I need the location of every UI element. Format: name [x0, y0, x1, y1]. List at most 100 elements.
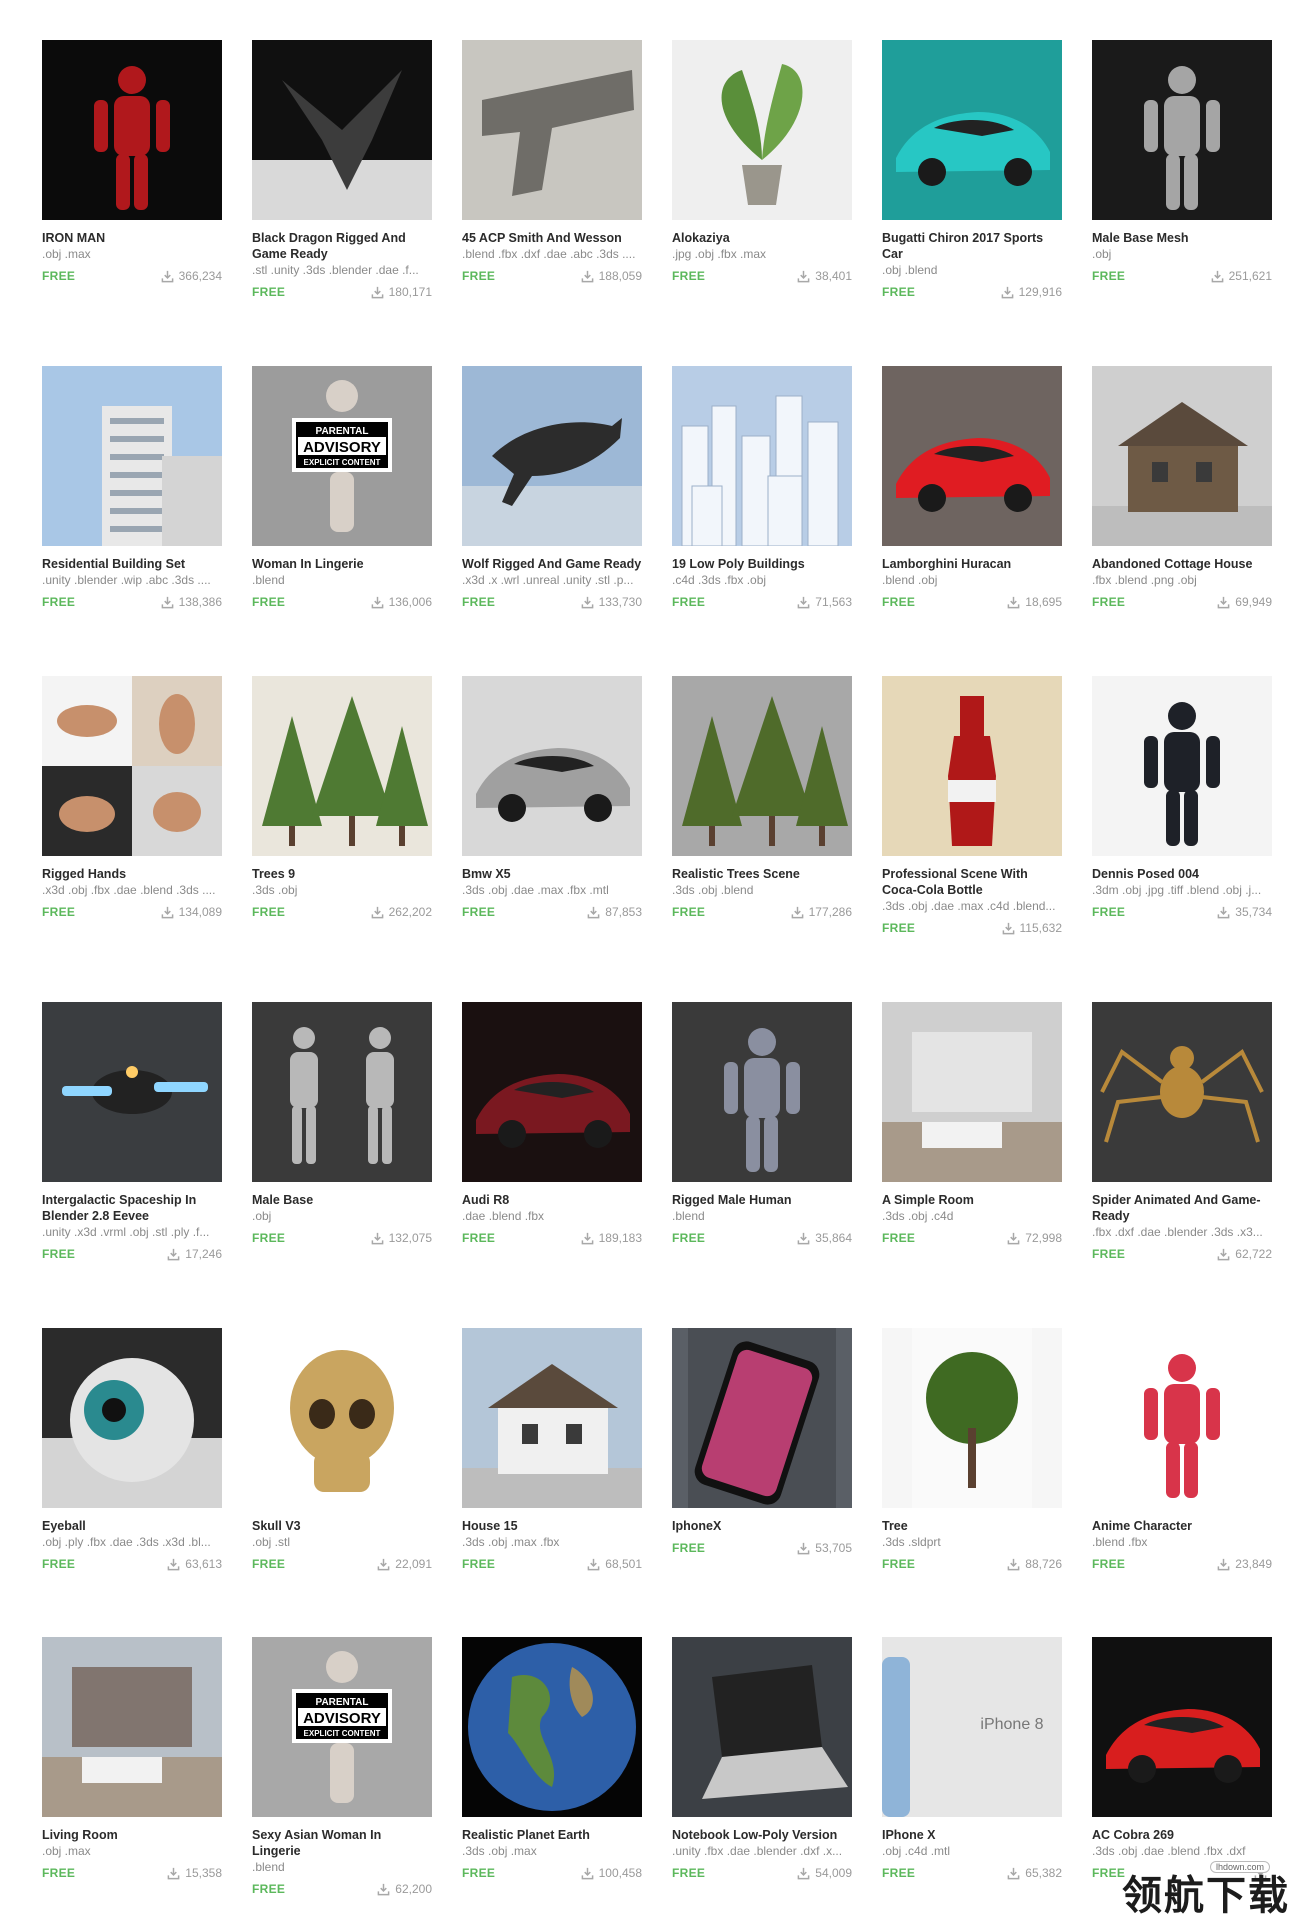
model-title[interactable]: 19 Low Poly Buildings	[672, 556, 852, 572]
model-title[interactable]: A Simple Room	[882, 1192, 1062, 1208]
model-card[interactable]: IphoneX FREE 53,705	[672, 1328, 852, 1556]
model-card[interactable]: Wolf Rigged And Game Ready .x3d .x .wrl …	[462, 366, 642, 610]
model-title[interactable]: Rigged Hands	[42, 866, 222, 882]
model-card[interactable]: IRON MAN .obj .max FREE 366,234	[42, 40, 222, 284]
model-card[interactable]: Realistic Trees Scene .3ds .obj .blend F…	[672, 676, 852, 920]
model-title[interactable]: Eyeball	[42, 1518, 222, 1534]
model-card[interactable]: A Simple Room .3ds .obj .c4d FREE 72,998	[882, 1002, 1062, 1246]
model-thumbnail[interactable]	[42, 366, 222, 546]
model-title[interactable]: Wolf Rigged And Game Ready	[462, 556, 642, 572]
model-card[interactable]: PARENTAL ADVISORY EXPLICIT CONTENT Sexy …	[252, 1637, 432, 1897]
model-card[interactable]: House 15 .3ds .obj .max .fbx FREE 68,501	[462, 1328, 642, 1572]
model-thumbnail[interactable]	[252, 1328, 432, 1508]
model-title[interactable]: Abandoned Cottage House	[1092, 556, 1272, 572]
model-thumbnail[interactable]: iPhone 8	[882, 1637, 1062, 1817]
model-title[interactable]: House 15	[462, 1518, 642, 1534]
model-card[interactable]: 19 Low Poly Buildings .c4d .3ds .fbx .ob…	[672, 366, 852, 610]
model-card[interactable]: Spider Animated And Game-Ready .fbx .dxf…	[1092, 1002, 1272, 1262]
model-title[interactable]: Woman In Lingerie	[252, 556, 432, 572]
model-thumbnail[interactable]	[882, 1328, 1062, 1508]
model-card[interactable]: Living Room .obj .max FREE 15,358	[42, 1637, 222, 1881]
model-thumbnail[interactable]	[672, 366, 852, 546]
model-thumbnail[interactable]	[462, 1637, 642, 1817]
model-title[interactable]: Audi R8	[462, 1192, 642, 1208]
model-thumbnail[interactable]	[882, 40, 1062, 220]
model-card[interactable]: Bugatti Chiron 2017 Sports Car .obj .ble…	[882, 40, 1062, 300]
model-title[interactable]: Spider Animated And Game-Ready	[1092, 1192, 1272, 1224]
model-thumbnail[interactable]	[672, 40, 852, 220]
model-title[interactable]: Anime Character	[1092, 1518, 1272, 1534]
model-thumbnail[interactable]	[462, 676, 642, 856]
model-thumbnail[interactable]: PARENTAL ADVISORY EXPLICIT CONTENT	[252, 366, 432, 546]
model-title[interactable]: Professional Scene With Coca-Cola Bottle	[882, 866, 1062, 898]
model-thumbnail[interactable]	[672, 1637, 852, 1817]
model-card[interactable]: Male Base .obj FREE 132,075	[252, 1002, 432, 1246]
model-thumbnail[interactable]	[672, 1002, 852, 1182]
model-title[interactable]: Living Room	[42, 1827, 222, 1843]
model-card[interactable]: Abandoned Cottage House .fbx .blend .png…	[1092, 366, 1272, 610]
model-title[interactable]: Tree	[882, 1518, 1062, 1534]
model-thumbnail[interactable]	[42, 1637, 222, 1817]
model-title[interactable]: Bmw X5	[462, 866, 642, 882]
model-thumbnail[interactable]	[42, 1328, 222, 1508]
model-title[interactable]: Bugatti Chiron 2017 Sports Car	[882, 230, 1062, 262]
model-thumbnail[interactable]	[42, 40, 222, 220]
model-title[interactable]: Residential Building Set	[42, 556, 222, 572]
model-card[interactable]: 45 ACP Smith And Wesson .blend .fbx .dxf…	[462, 40, 642, 284]
model-thumbnail[interactable]	[462, 40, 642, 220]
model-title[interactable]: Dennis Posed 004	[1092, 866, 1272, 882]
model-title[interactable]: Lamborghini Huracan	[882, 556, 1062, 572]
model-card[interactable]: Dennis Posed 004 .3dm .obj .jpg .tiff .b…	[1092, 676, 1272, 920]
model-thumbnail[interactable]	[882, 1002, 1062, 1182]
model-card[interactable]: iPhone 8 IPhone X .obj .c4d .mtl FREE 65…	[882, 1637, 1062, 1881]
model-thumbnail[interactable]	[1092, 1637, 1272, 1817]
model-title[interactable]: Black Dragon Rigged And Game Ready	[252, 230, 432, 262]
model-card[interactable]: Male Base Mesh .obj FREE 251,621	[1092, 40, 1272, 284]
model-title[interactable]: Intergalactic Spaceship In Blender 2.8 E…	[42, 1192, 222, 1224]
model-card[interactable]: Skull V3 .obj .stl FREE 22,091	[252, 1328, 432, 1572]
model-title[interactable]: Male Base	[252, 1192, 432, 1208]
model-title[interactable]: Male Base Mesh	[1092, 230, 1272, 246]
model-title[interactable]: Sexy Asian Woman In Lingerie	[252, 1827, 432, 1859]
model-thumbnail[interactable]	[1092, 1328, 1272, 1508]
model-card[interactable]: Notebook Low-Poly Version .unity .fbx .d…	[672, 1637, 852, 1881]
model-card[interactable]: Black Dragon Rigged And Game Ready .stl …	[252, 40, 432, 300]
model-card[interactable]: Audi R8 .dae .blend .fbx FREE 189,183	[462, 1002, 642, 1246]
model-card[interactable]: Professional Scene With Coca-Cola Bottle…	[882, 676, 1062, 936]
model-thumbnail[interactable]	[462, 366, 642, 546]
model-card[interactable]: Rigged Hands .x3d .obj .fbx .dae .blend …	[42, 676, 222, 920]
model-title[interactable]: AC Cobra 269	[1092, 1827, 1272, 1843]
model-title[interactable]: Notebook Low-Poly Version	[672, 1827, 852, 1843]
model-card[interactable]: Tree .3ds .sldprt FREE 88,726	[882, 1328, 1062, 1572]
model-thumbnail[interactable]	[1092, 1002, 1272, 1182]
model-thumbnail[interactable]	[672, 676, 852, 856]
model-title[interactable]: Alokaziya	[672, 230, 852, 246]
model-thumbnail[interactable]	[1092, 40, 1272, 220]
model-thumbnail[interactable]	[1092, 366, 1272, 546]
model-card[interactable]: PARENTAL ADVISORY EXPLICIT CONTENT Woman…	[252, 366, 432, 610]
model-title[interactable]: Trees 9	[252, 866, 432, 882]
model-thumbnail[interactable]	[882, 366, 1062, 546]
model-card[interactable]: Bmw X5 .3ds .obj .dae .max .fbx .mtl FRE…	[462, 676, 642, 920]
model-title[interactable]: Realistic Trees Scene	[672, 866, 852, 882]
model-title[interactable]: IphoneX	[672, 1518, 852, 1534]
model-card[interactable]: Trees 9 .3ds .obj FREE 262,202	[252, 676, 432, 920]
model-card[interactable]: AC Cobra 269 .3ds .obj .dae .blend .fbx …	[1092, 1637, 1272, 1881]
model-card[interactable]: Intergalactic Spaceship In Blender 2.8 E…	[42, 1002, 222, 1262]
model-card[interactable]: Realistic Planet Earth .3ds .obj .max FR…	[462, 1637, 642, 1881]
model-card[interactable]: Eyeball .obj .ply .fbx .dae .3ds .x3d .b…	[42, 1328, 222, 1572]
model-card[interactable]: Alokaziya .jpg .obj .fbx .max FREE 38,40…	[672, 40, 852, 284]
model-thumbnail[interactable]	[882, 676, 1062, 856]
model-title[interactable]: Rigged Male Human	[672, 1192, 852, 1208]
model-card[interactable]: Anime Character .blend .fbx FREE 23,849	[1092, 1328, 1272, 1572]
model-thumbnail[interactable]	[252, 676, 432, 856]
model-card[interactable]: Lamborghini Huracan .blend .obj FREE 18,…	[882, 366, 1062, 610]
model-card[interactable]: Residential Building Set .unity .blender…	[42, 366, 222, 610]
model-title[interactable]: IPhone X	[882, 1827, 1062, 1843]
model-title[interactable]: Skull V3	[252, 1518, 432, 1534]
model-thumbnail[interactable]	[1092, 676, 1272, 856]
model-thumbnail[interactable]	[42, 676, 222, 856]
model-thumbnail[interactable]	[252, 1002, 432, 1182]
model-thumbnail[interactable]	[462, 1002, 642, 1182]
model-title[interactable]: IRON MAN	[42, 230, 222, 246]
